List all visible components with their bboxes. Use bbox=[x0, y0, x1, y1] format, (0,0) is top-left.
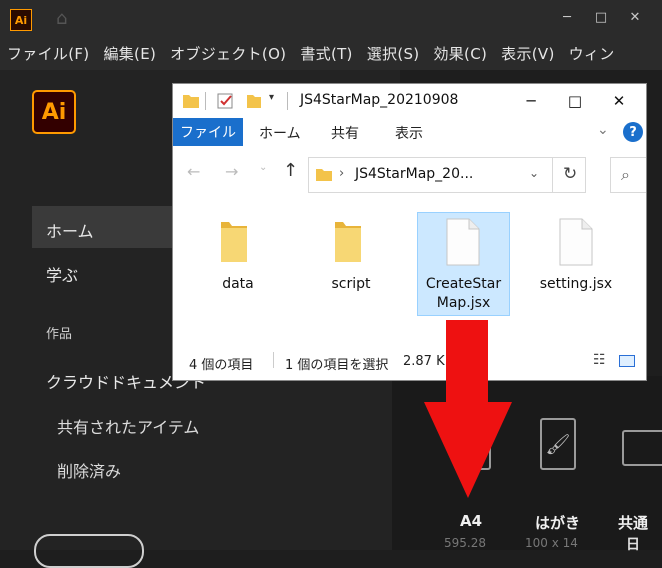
menu-type[interactable]: 書式(T) bbox=[293, 43, 359, 64]
jsx-file-icon[interactable] bbox=[444, 217, 482, 267]
status-selection: 1 個の項目を選択 bbox=[285, 358, 389, 373]
address-folder-icon bbox=[316, 169, 332, 181]
explorer-close-button[interactable]: ✕ bbox=[599, 86, 639, 116]
menu-file[interactable]: ファイル(F) bbox=[0, 43, 96, 64]
preset-postcard-size: 100 x 14 bbox=[525, 536, 578, 550]
close-button[interactable]: ✕ bbox=[623, 6, 647, 28]
explorer-maximize-button[interactable]: □ bbox=[555, 86, 595, 116]
explorer-status-bar: 4 個の項目 1 個の項目を選択 2.87 K ☷ bbox=[173, 346, 646, 376]
menu-object[interactable]: オブジェクト(O) bbox=[163, 43, 293, 64]
preset-common-sub: 日 bbox=[626, 537, 640, 553]
separator bbox=[552, 158, 553, 192]
new-file-button[interactable] bbox=[34, 534, 144, 568]
preset-web-thumbnail[interactable] bbox=[622, 430, 662, 466]
sidebar-item-home-label: ホーム bbox=[46, 222, 94, 241]
sidebar-item-deleted[interactable]: 削除済み bbox=[57, 458, 121, 482]
properties-icon[interactable] bbox=[217, 92, 235, 110]
file-createstarmap-label-line1[interactable]: CreateStar bbox=[417, 276, 510, 292]
menu-select[interactable]: 選択(S) bbox=[360, 43, 427, 64]
refresh-icon[interactable]: ↻ bbox=[563, 164, 577, 184]
address-text: JS4StarMap_20... bbox=[355, 166, 474, 182]
illustrator-logo: Ai bbox=[32, 90, 76, 134]
illustrator-menu-bar: ファイル(F) 編集(E) オブジェクト(O) 書式(T) 選択(S) 効果(C… bbox=[0, 36, 662, 70]
preset-postcard-label: はがき bbox=[535, 514, 581, 532]
folder-script-icon[interactable] bbox=[331, 218, 365, 264]
sidebar-item-learn[interactable]: 学ぶ bbox=[46, 262, 78, 286]
search-box[interactable]: ⌕ bbox=[610, 157, 646, 193]
folder-script-label[interactable]: script bbox=[313, 276, 389, 292]
breadcrumb-chevron-icon: › bbox=[339, 166, 345, 181]
new-folder-icon[interactable] bbox=[245, 92, 263, 110]
preset-a4-size: 595.28 bbox=[444, 536, 486, 550]
tab-home[interactable]: ホーム bbox=[259, 123, 301, 143]
red-arrow-annotation bbox=[424, 320, 512, 498]
recent-locations-icon[interactable]: ⌄ bbox=[259, 162, 267, 173]
preset-common-label: 共通 bbox=[618, 514, 649, 532]
illustrator-app-icon: Ai bbox=[10, 9, 32, 31]
file-createstarmap-label-line2[interactable]: Map.jsx bbox=[417, 295, 510, 311]
tab-share[interactable]: 共有 bbox=[331, 123, 359, 143]
sidebar-item-shared[interactable]: 共有されたアイテム bbox=[57, 414, 199, 438]
file-setting-label[interactable]: setting.jsx bbox=[535, 276, 617, 292]
explorer-window-title: JS4StarMap_20210908 bbox=[300, 92, 459, 108]
large-icons-view-icon[interactable] bbox=[619, 355, 635, 367]
address-bar[interactable]: › JS4StarMap_20... ⌄ ↻ bbox=[308, 157, 586, 193]
file-explorer-window[interactable]: ▾ JS4StarMap_20210908 ─ □ ✕ ファイル ホーム 共有 … bbox=[173, 84, 646, 380]
home-icon[interactable]: ⌂ bbox=[56, 10, 76, 28]
expand-ribbon-icon[interactable]: ⌄ bbox=[597, 122, 609, 138]
menu-window[interactable]: ウィン bbox=[562, 43, 622, 64]
folder-data-icon[interactable] bbox=[217, 218, 251, 264]
explorer-title-bar: ▾ JS4StarMap_20210908 ─ □ ✕ bbox=[173, 84, 646, 118]
menu-effect[interactable]: 効果(C) bbox=[426, 43, 494, 64]
status-item-count: 4 個の項目 bbox=[189, 358, 254, 373]
separator bbox=[273, 352, 274, 368]
search-icon: ⌕ bbox=[621, 165, 630, 184]
menu-edit[interactable]: 編集(E) bbox=[96, 43, 163, 64]
separator bbox=[287, 92, 288, 110]
minimize-button[interactable]: ─ bbox=[555, 6, 579, 28]
explorer-minimize-button[interactable]: ─ bbox=[511, 86, 551, 116]
tab-file[interactable]: ファイル bbox=[173, 118, 243, 146]
quick-access-dropdown-icon[interactable]: ▾ bbox=[269, 92, 274, 103]
brush-icon[interactable]: 🖌 bbox=[540, 418, 576, 470]
explorer-ribbon-tabs: ファイル ホーム 共有 表示 ⌄ ? bbox=[173, 118, 646, 147]
tab-view[interactable]: 表示 bbox=[395, 123, 423, 143]
sidebar-section-works: 作品 bbox=[46, 327, 73, 342]
separator bbox=[205, 92, 206, 110]
preset-a4-label: A4 bbox=[460, 512, 483, 530]
maximize-button[interactable]: □ bbox=[589, 6, 613, 28]
folder-data-label[interactable]: data bbox=[203, 276, 273, 292]
forward-icon[interactable]: → bbox=[225, 162, 238, 181]
folder-icon bbox=[183, 95, 199, 108]
help-icon[interactable]: ? bbox=[623, 122, 643, 142]
menu-view[interactable]: 表示(V) bbox=[494, 43, 561, 64]
address-dropdown-icon[interactable]: ⌄ bbox=[529, 166, 539, 180]
up-icon[interactable]: ↑ bbox=[283, 160, 298, 181]
setting-file-icon[interactable] bbox=[557, 217, 595, 267]
details-view-icon[interactable]: ☷ bbox=[593, 352, 606, 368]
back-icon[interactable]: ← bbox=[187, 162, 200, 181]
